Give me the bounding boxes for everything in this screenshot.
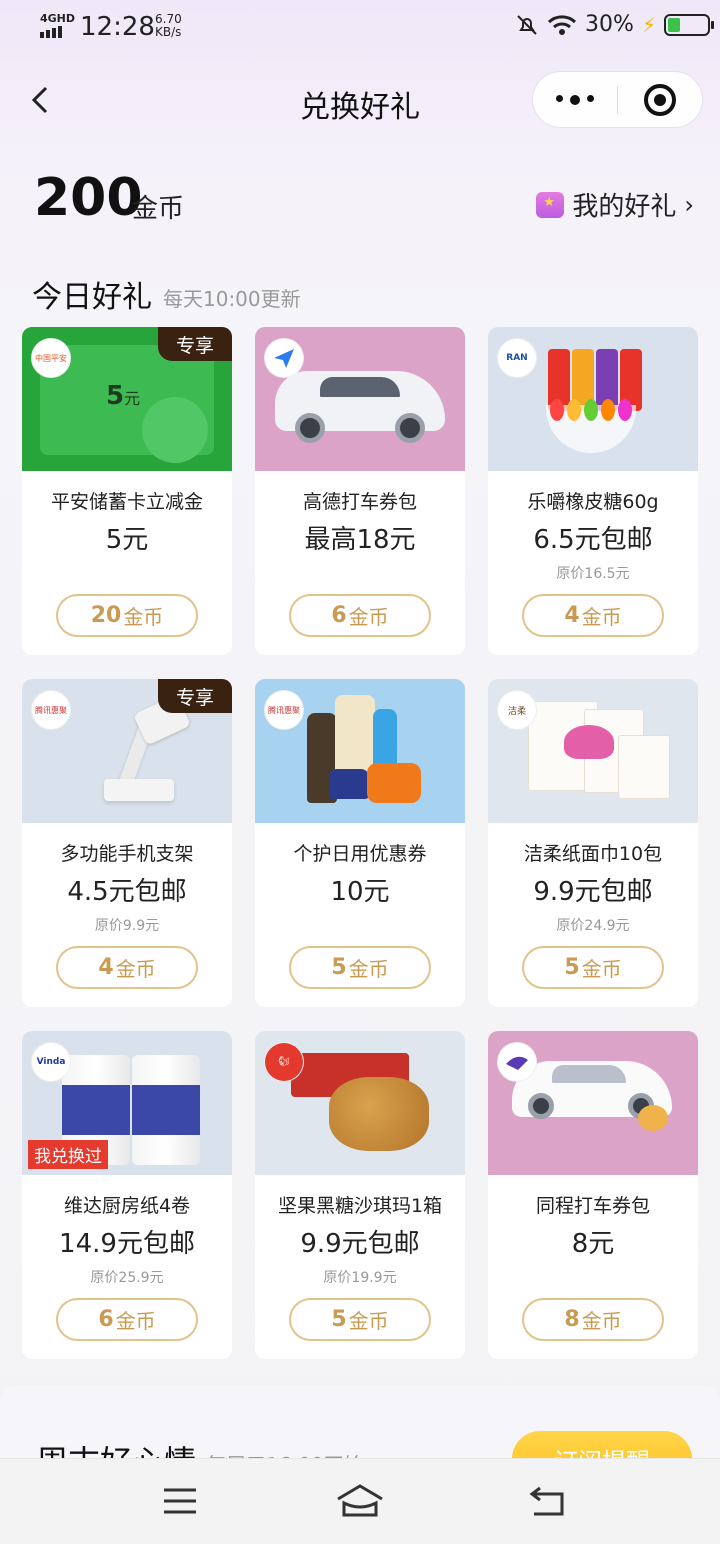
amap-logo-icon xyxy=(265,339,303,377)
product-price: 9.9元包邮 xyxy=(533,877,653,907)
product-image xyxy=(255,327,465,471)
product-name: 平安储蓄卡立减金 xyxy=(50,491,203,513)
product-image: Vinda 我兑换过 xyxy=(22,1031,232,1175)
product-image: RAN xyxy=(488,327,698,471)
product-image: 5元 中国平安 专享 xyxy=(22,327,232,471)
wifi-icon xyxy=(548,14,577,35)
product-price: 10元 xyxy=(330,877,390,907)
chevron-right-icon: › xyxy=(684,190,694,219)
my-gifts-link[interactable]: 我的好礼 › xyxy=(536,186,694,223)
product-image: 腾讯惠聚 专享 xyxy=(22,679,232,823)
exclusive-tag: 专享 xyxy=(158,679,232,713)
product-name: 乐嚼橡皮糖60g xyxy=(527,491,659,513)
product-card[interactable]: 同程打车券包 8元 8 金币 xyxy=(488,1031,698,1359)
close-button[interactable] xyxy=(618,83,702,116)
menu-button[interactable] xyxy=(150,1479,210,1523)
charging-icon: ⚡ xyxy=(641,12,656,37)
gift-icon xyxy=(536,191,565,218)
back-icon xyxy=(529,1486,564,1516)
exclusive-tag: 专享 xyxy=(158,327,232,361)
redeem-button[interactable]: 8 金币 xyxy=(522,1298,664,1341)
product-card[interactable]: 5元 中国平安 专享 平安储蓄卡立减金 5元 20 金币 xyxy=(22,327,232,655)
product-card[interactable]: 腾讯惠聚 专享 多功能手机支架 4.5元包邮 原价9.9元 4 金币 xyxy=(22,679,232,1007)
product-price: 4.5元包邮 xyxy=(67,877,187,907)
brand-logo: 腾讯惠聚 xyxy=(32,691,70,729)
original-price: 原价19.9元 xyxy=(323,1270,397,1286)
product-name: 高德打车券包 xyxy=(302,491,417,513)
mute-bell-icon xyxy=(517,14,537,35)
target-close-icon xyxy=(643,83,676,116)
battery-icon xyxy=(664,13,714,36)
coin-unit: 金币 xyxy=(132,194,185,224)
product-name: 坚果黑糖沙琪玛1箱 xyxy=(277,1195,443,1217)
product-card[interactable]: 洁柔 洁柔纸面巾10包 9.9元包邮 原价24.9元 5 金币 xyxy=(488,679,698,1007)
product-price: 9.9元包邮 xyxy=(300,1229,420,1259)
brand-logo xyxy=(498,1043,536,1081)
network-type: 4GHD xyxy=(40,12,76,25)
product-grid: 5元 中国平安 专享 平安储蓄卡立减金 5元 20 金币 高德打车券包 最高18元… xyxy=(22,327,698,1359)
network-speed: 6.70 KB/s xyxy=(155,12,182,39)
product-card[interactable]: 高德打车券包 最高18元 6 金币 xyxy=(255,327,465,655)
product-name: 多功能手机支架 xyxy=(60,843,194,865)
product-card[interactable]: RAN 乐嚼橡皮糖60g 6.5元包邮 原价16.5元 4 金币 xyxy=(488,327,698,655)
brand-logo: RAN xyxy=(498,339,536,377)
coin-balance-row: 200 金币 我的好礼 › xyxy=(34,168,694,228)
back-nav-button[interactable] xyxy=(518,1479,578,1523)
redeem-button[interactable]: 20 金币 xyxy=(56,594,198,637)
redeemed-tag: 我兑换过 xyxy=(28,1140,108,1169)
product-name: 个护日用优惠券 xyxy=(293,843,427,865)
product-card[interactable]: Vinda 我兑换过 维达厨房纸4卷 14.9元包邮 原价25.9元 6 金币 xyxy=(22,1031,232,1359)
product-image: 🐿 xyxy=(255,1031,465,1175)
product-name: 洁柔纸面巾10包 xyxy=(523,843,663,865)
menu-icon xyxy=(164,1488,196,1514)
redeem-button[interactable]: 6 金币 xyxy=(56,1298,198,1341)
product-card[interactable]: 腾讯惠聚 个护日用优惠券 10元 5 金币 xyxy=(255,679,465,1007)
battery-percent: 30% xyxy=(585,12,634,37)
product-image: 腾讯惠聚 xyxy=(255,679,465,823)
my-gifts-label: 我的好礼 xyxy=(572,192,677,222)
original-price: 原价9.9元 xyxy=(94,918,160,934)
original-price: 原价16.5元 xyxy=(556,566,630,582)
product-image xyxy=(488,1031,698,1175)
redeem-button[interactable]: 5 金币 xyxy=(289,1298,431,1341)
redeem-button[interactable]: 4 金币 xyxy=(56,946,198,989)
redeem-button[interactable]: 6 金币 xyxy=(289,594,431,637)
original-price: 原价25.9元 xyxy=(90,1270,164,1286)
original-price: 原价24.9元 xyxy=(556,918,630,934)
home-icon xyxy=(337,1484,383,1517)
more-button[interactable] xyxy=(533,94,617,105)
section-subtitle: 每天10:00更新 xyxy=(163,287,301,311)
coin-balance: 200 xyxy=(34,168,143,228)
brand-logo: 🐿 xyxy=(265,1043,303,1081)
section-title: 今日好礼 xyxy=(32,280,152,315)
redeem-button[interactable]: 5 金币 xyxy=(289,946,431,989)
brand-logo: 洁柔 xyxy=(498,691,536,729)
product-card[interactable]: 🐿 坚果黑糖沙琪玛1箱 9.9元包邮 原价19.9元 5 金币 xyxy=(255,1031,465,1359)
brand-logo: 腾讯惠聚 xyxy=(265,691,303,729)
brand-logo: 中国平安 xyxy=(32,339,70,377)
product-price: 8元 xyxy=(571,1229,615,1259)
mini-program-capsule xyxy=(532,71,703,128)
cellular-signal-icon: 4GHD xyxy=(40,12,76,40)
product-image: 洁柔 xyxy=(488,679,698,823)
redeem-button[interactable]: 5 金币 xyxy=(522,946,664,989)
product-price: 5元 xyxy=(105,525,149,555)
clock: 12:28 xyxy=(80,12,155,42)
product-price: 14.9元包邮 xyxy=(59,1229,195,1259)
navigation-bar: 兑换好礼 xyxy=(0,60,720,140)
product-price: 最高18元 xyxy=(304,525,416,555)
system-navigation-bar xyxy=(0,1458,720,1544)
product-price: 6.5元包邮 xyxy=(533,525,653,555)
product-name: 维达厨房纸4卷 xyxy=(63,1195,191,1217)
status-bar: 4GHD 12:28 6.70 KB/s 30% ⚡ xyxy=(0,0,720,56)
home-button[interactable] xyxy=(330,1479,390,1523)
product-name: 同程打车券包 xyxy=(535,1195,650,1217)
redeem-button[interactable]: 4 金币 xyxy=(522,594,664,637)
brand-logo: Vinda xyxy=(32,1043,70,1081)
